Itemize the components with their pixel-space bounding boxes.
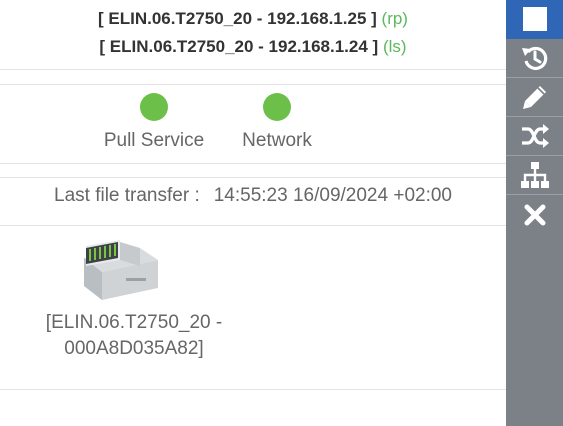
header-title-ls-text: [ ELIN.06.T2750_20 - 192.168.1.24 ] <box>99 37 379 56</box>
shuffle-icon <box>521 124 549 148</box>
status-network: Network <box>217 93 337 152</box>
header-title-rp-text: [ ELIN.06.T2750_20 - 192.168.1.25 ] <box>98 9 377 28</box>
divider <box>0 69 506 70</box>
history-icon <box>521 46 547 71</box>
sitemap-icon <box>520 162 549 188</box>
divider <box>0 389 506 390</box>
close-button[interactable] <box>506 195 563 234</box>
divider <box>0 163 506 164</box>
device-label-line1: [ELIN.06.T2750_20 - <box>45 312 223 333</box>
transfer-label: Last file transfer : <box>54 185 200 206</box>
header-title-rp: [ ELIN.06.T2750_20 - 192.168.1.25 ] (rp) <box>0 9 506 29</box>
last-file-transfer: Last file transfer : 14:55:23 16/09/2024 … <box>0 185 506 207</box>
device-label: [ELIN.06.T2750_20 - 000A8D035A82] <box>30 310 238 362</box>
square-icon <box>522 7 547 31</box>
history-button[interactable] <box>506 39 563 78</box>
close-icon <box>524 204 545 225</box>
sidebar-toolbar <box>506 0 563 426</box>
status-dot-icon <box>140 93 168 121</box>
hierarchy-button[interactable] <box>506 156 563 195</box>
divider <box>0 177 506 178</box>
header-title-ls: [ ELIN.06.T2750_20 - 192.168.1.24 ] (ls) <box>0 37 506 57</box>
shuffle-button[interactable] <box>506 117 563 156</box>
divider <box>0 84 506 85</box>
header-role-rp: (rp) <box>381 9 408 28</box>
transfer-value: 14:55:23 16/09/2024 +02:00 <box>213 185 452 206</box>
plc-device-icon <box>84 240 158 300</box>
status-label: Pull Service <box>103 130 205 151</box>
status-dot-icon <box>263 93 291 121</box>
status-label: Network <box>242 130 312 151</box>
edit-button[interactable] <box>506 78 563 117</box>
divider <box>0 225 506 226</box>
toggle-select-button[interactable] <box>506 0 563 39</box>
header-role-ls: (ls) <box>382 37 407 56</box>
status-pull-service: Pull Service <box>94 93 214 152</box>
main-panel: [ ELIN.06.T2750_20 - 192.168.1.25 ] (rp)… <box>0 0 506 426</box>
pencil-icon <box>522 86 546 109</box>
device-card[interactable]: [ELIN.06.T2750_20 - 000A8D035A82] <box>30 240 238 362</box>
device-label-line2: 000A8D035A82] <box>64 338 204 359</box>
